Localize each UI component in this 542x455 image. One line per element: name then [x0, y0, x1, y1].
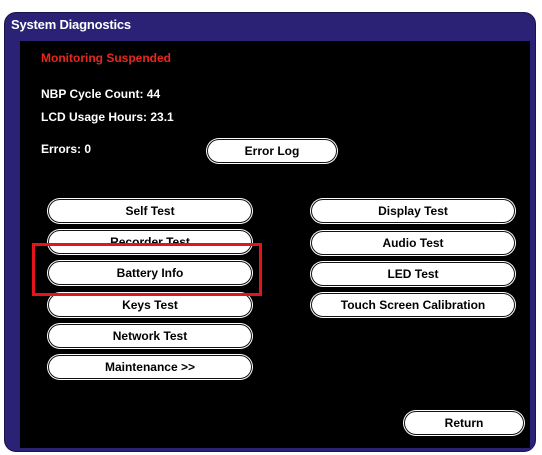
led-test-button[interactable]: LED Test	[311, 262, 515, 286]
error-log-button[interactable]: Error Log	[207, 139, 337, 163]
maintenance-button[interactable]: Maintenance >>	[48, 355, 252, 379]
battery-info-button[interactable]: Battery Info	[48, 261, 252, 285]
errors-count: Errors: 0	[41, 142, 92, 156]
lcd-usage-hours: LCD Usage Hours: 23.1	[41, 110, 174, 124]
self-test-button[interactable]: Self Test	[48, 199, 252, 223]
return-button[interactable]: Return	[404, 411, 524, 435]
system-diagnostics-window: System Diagnostics Monitoring Suspended …	[4, 12, 536, 452]
nbp-cycle-count: NBP Cycle Count: 44	[41, 87, 161, 101]
diagnostics-panel: Monitoring Suspended NBP Cycle Count: 44…	[20, 41, 530, 448]
keys-test-button[interactable]: Keys Test	[48, 293, 252, 317]
display-test-button[interactable]: Display Test	[311, 199, 515, 223]
monitoring-status: Monitoring Suspended	[41, 51, 171, 65]
recorder-test-button[interactable]: Recorder Test	[48, 230, 252, 254]
touch-screen-calibration-button[interactable]: Touch Screen Calibration	[311, 293, 515, 317]
audio-test-button[interactable]: Audio Test	[311, 231, 515, 255]
window-title: System Diagnostics	[11, 17, 131, 32]
network-test-button[interactable]: Network Test	[48, 324, 252, 348]
